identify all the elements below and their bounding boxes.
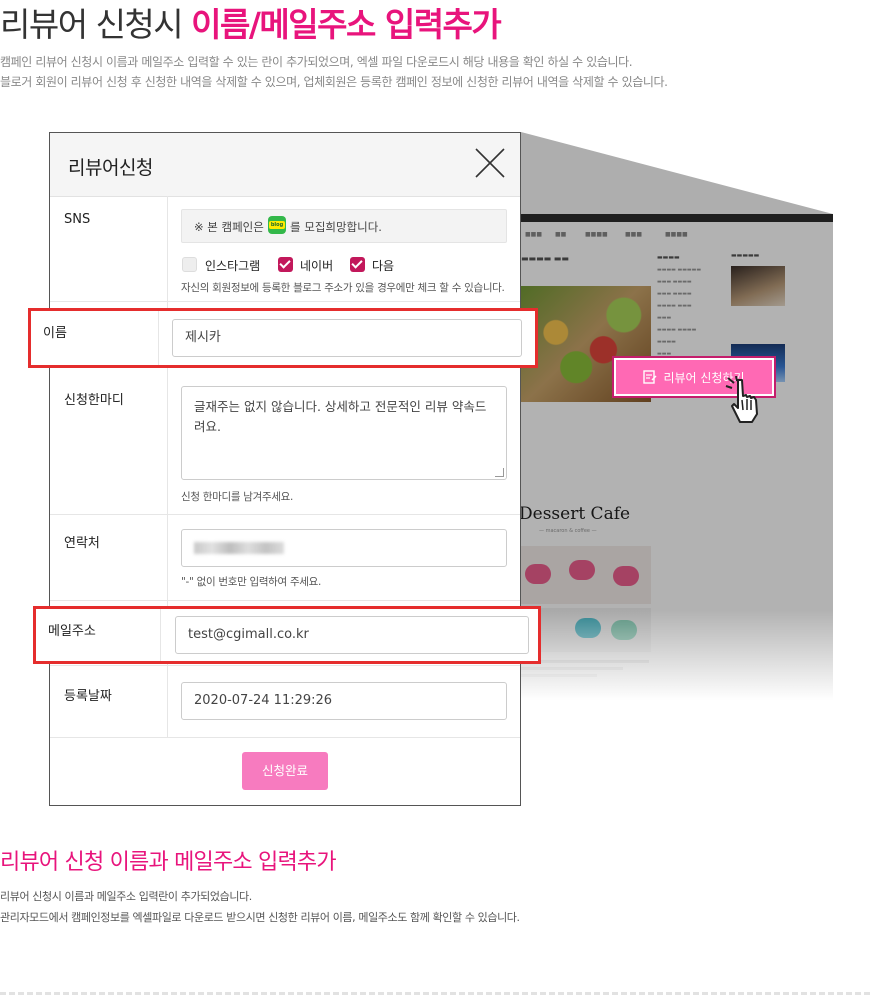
section-title: 리뷰어 신청 이름과 메일주소 입력추가 — [0, 850, 337, 875]
sns-notice-prefix: ※ 본 캠페인은 — [194, 220, 264, 234]
reviewer-apply-modal: 리뷰어신청 SNS ※ 본 캠페인은 blog 를 모집희망합니다. 인스타그램… — [49, 132, 521, 806]
campaign-page-preview: ■■■ ■■ ■■■■ ■■■ ■■■■ ▬▬▬▬ ▬▬ ▬▬▬▬ ▬▬▬▬ ▬▬▬▬▬… — [515, 214, 833, 700]
email-row-highlight: 메일주소 test@cgimall.co.kr — [33, 606, 541, 664]
checkbox-daum-label: 다음 — [372, 259, 395, 273]
modal-title: 리뷰어신청 — [68, 157, 153, 179]
email-field[interactable]: test@cgimall.co.kr — [175, 616, 529, 654]
modal-header: 리뷰어신청 — [50, 133, 520, 197]
checkbox-naver-label: 네이버 — [300, 259, 334, 273]
sns-notice-suffix: 를 모집희망합니다. — [290, 220, 382, 234]
comment-textarea[interactable]: 글재주는 없지 않습니다. 상세하고 전문적인 리뷰 약속드려요. — [181, 386, 507, 480]
form-icon — [643, 370, 657, 384]
blog-icon-text: blog — [269, 221, 285, 229]
blog-icon: blog — [268, 216, 286, 234]
submit-button[interactable]: 신청완료 — [242, 752, 328, 790]
checkbox-instagram-label: 인스타그램 — [205, 259, 261, 273]
resize-handle-icon[interactable] — [495, 468, 504, 477]
comment-value: 글재주는 없지 않습니다. 상세하고 전문적인 리뷰 약속드려요. — [194, 399, 487, 434]
section-description: 리뷰어 신청시 이름과 메일주소 입력란이 추가되었습니다. 관리자모드에서 캠… — [0, 886, 520, 928]
email-label: 메일주소 — [48, 624, 96, 639]
name-label: 이름 — [43, 326, 67, 341]
email-value: test@cgimall.co.kr — [188, 627, 309, 642]
date-field[interactable]: 2020-07-24 11:29:26 — [181, 682, 507, 720]
date-label: 등록날짜 — [64, 689, 112, 704]
name-value: 제시카 — [185, 330, 221, 345]
sns-hint: 자신의 회원정보에 등록한 블로그 주소가 있을 경우에만 체크 할 수 있습니… — [181, 282, 505, 294]
section-desc-line: 리뷰어 신청시 이름과 메일주소 입력란이 추가되었습니다. — [0, 890, 252, 903]
close-icon[interactable] — [474, 147, 506, 179]
name-row-highlight: 이름 제시카 — [28, 308, 538, 368]
contact-label: 연락처 — [64, 536, 100, 551]
sns-notice: ※ 본 캠페인은 blog 를 모집희망합니다. — [181, 209, 507, 243]
contact-hint: "-" 없이 번호만 입력하여 주세요. — [181, 576, 322, 588]
checkbox-daum[interactable] — [350, 257, 365, 272]
blurred-phone — [194, 542, 284, 554]
section-desc-line: 관리자모드에서 캠페인정보를 엑셀파일로 다운로드 받으시면 신청한 리뷰어 이… — [0, 911, 520, 924]
contact-field[interactable] — [181, 529, 507, 567]
comment-hint: 신청 한마디를 남겨주세요. — [181, 491, 294, 503]
hand-cursor-icon — [725, 376, 758, 423]
date-value: 2020-07-24 11:29:26 — [194, 693, 333, 708]
checkbox-naver[interactable] — [278, 257, 293, 272]
name-field[interactable]: 제시카 — [172, 319, 522, 357]
dashed-divider — [0, 992, 870, 995]
sns-label: SNS — [64, 212, 91, 227]
comment-label: 신청한마디 — [64, 393, 124, 408]
checkbox-instagram[interactable] — [182, 257, 197, 272]
